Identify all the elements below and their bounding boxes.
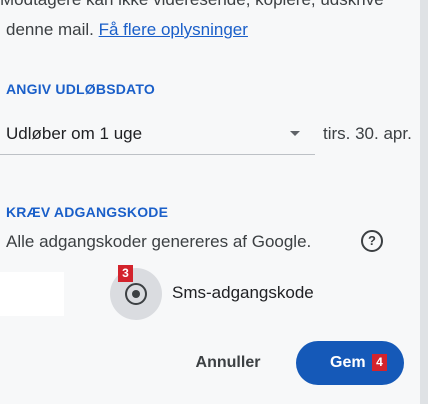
- annotation-badge-4: 4: [372, 354, 387, 371]
- password-description: Alle adgangskoder genereres af Google.: [6, 232, 312, 251]
- expiry-selected-value: Udløber om 1 uge: [6, 124, 143, 143]
- more-info-link[interactable]: Få flere oplysninger: [99, 20, 248, 39]
- confidential-mode-dialog: Modtagere kan ikke videresende, kopiere,…: [0, 0, 420, 404]
- radio-selected-dot: [132, 290, 140, 298]
- intro-text: denne mail.: [6, 20, 94, 39]
- intro-text-cut: Modtagere kan ikke videresende, kopiere,…: [0, 0, 384, 10]
- intro-line: denne mail. Få flere oplysninger: [6, 20, 248, 40]
- password-heading: KRÆV ADGANGSKODE: [6, 204, 169, 220]
- expiry-date: tirs. 30. apr.: [323, 124, 412, 143]
- caret-down-icon: [290, 131, 300, 136]
- left-blank-area: [0, 272, 64, 316]
- right-border: [420, 0, 428, 404]
- annotation-badge-3: 3: [118, 265, 133, 282]
- save-button[interactable]: Gem: [296, 341, 404, 385]
- radio-icon: [125, 283, 147, 305]
- expiry-dropdown[interactable]: Udløber om 1 uge: [0, 114, 315, 155]
- save-button-label: Gem: [330, 354, 366, 371]
- cancel-button[interactable]: Annuller: [178, 343, 278, 383]
- sms-passcode-label[interactable]: Sms-adgangskode: [172, 283, 314, 303]
- expiry-heading: ANGIV UDLØBSDATO: [6, 81, 155, 97]
- help-icon[interactable]: ?: [361, 230, 383, 252]
